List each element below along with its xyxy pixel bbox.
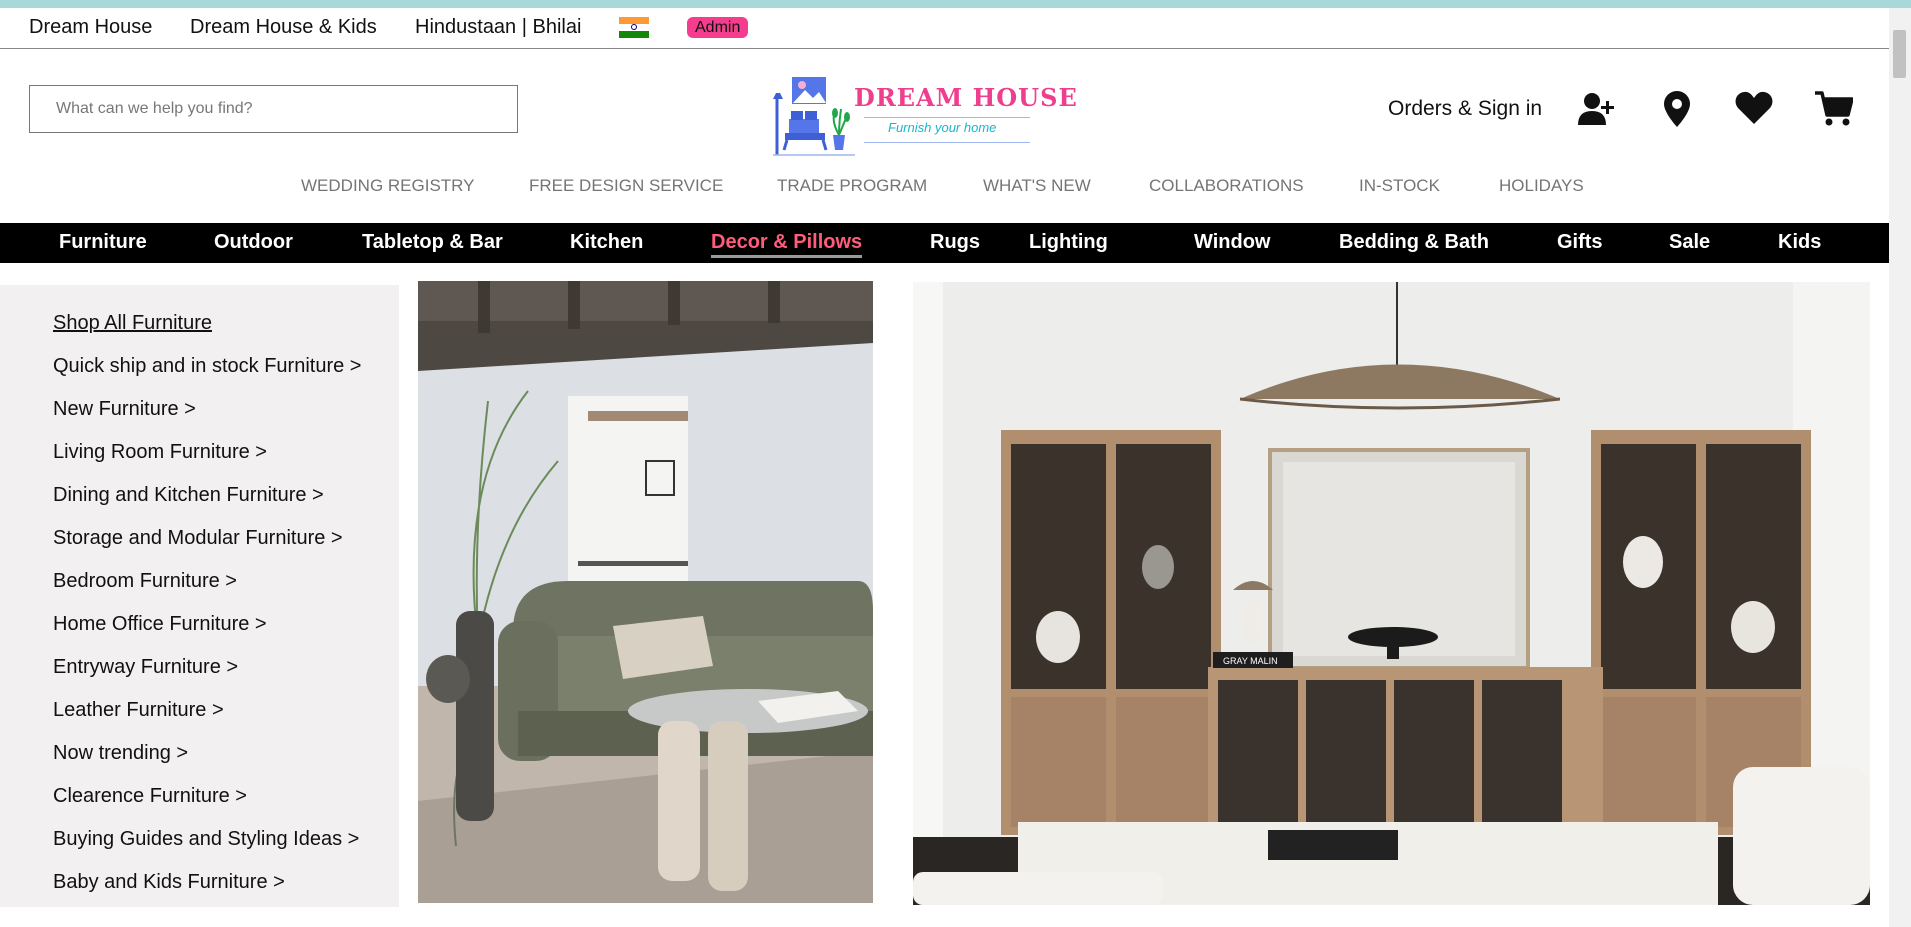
living-room-sofa-photo[interactable]: [418, 281, 873, 903]
menu-baby-kids[interactable]: Baby and Kids Furniture >: [53, 871, 285, 894]
storage-cabinets-photo[interactable]: GRAY MALIN: [913, 282, 1870, 905]
nav-gifts[interactable]: Gifts: [1557, 231, 1603, 254]
menu-leather[interactable]: Leather Furniture >: [53, 699, 224, 722]
menu-home-office[interactable]: Home Office Furniture >: [53, 613, 267, 636]
nav-tabletop-bar[interactable]: Tabletop & Bar: [362, 231, 503, 254]
menu-storage-modular[interactable]: Storage and Modular Furniture >: [53, 527, 343, 550]
menu-now-trending[interactable]: Now trending >: [53, 742, 188, 765]
furniture-dropdown-menu: Shop All Furniture Quick ship and in sto…: [0, 285, 399, 907]
page-scrollbar[interactable]: [1888, 8, 1911, 927]
location-pin-icon[interactable]: [1664, 91, 1690, 127]
nav-lighting[interactable]: Lighting: [1029, 231, 1108, 254]
nav-kids[interactable]: Kids: [1778, 231, 1821, 254]
subnav-free-design-service[interactable]: FREE DESIGN SERVICE: [529, 176, 723, 196]
menu-quick-ship[interactable]: Quick ship and in stock Furniture >: [53, 355, 361, 378]
menu-dining-kitchen[interactable]: Dining and Kitchen Furniture >: [53, 484, 324, 507]
logo-tagline: Furnish your home: [888, 120, 997, 135]
nav-decor-pillows[interactable]: Decor & Pillows: [711, 231, 863, 258]
nav-kitchen[interactable]: Kitchen: [570, 231, 643, 254]
logo-rule-top: [864, 117, 1030, 118]
top-utility-bar: Dream House Dream House & Kids Hindustaa…: [0, 8, 1889, 49]
logo-illustration-icon: [773, 77, 855, 156]
menu-buying-guides[interactable]: Buying Guides and Styling Ideas >: [53, 828, 359, 851]
logo-rule-bottom: [864, 142, 1030, 143]
search-input[interactable]: [30, 86, 496, 132]
subnav-collaborations[interactable]: COLLABORATIONS: [1149, 176, 1304, 196]
topbar-link-dream-house-kids[interactable]: Dream House & Kids: [190, 16, 377, 39]
nav-rugs[interactable]: Rugs: [930, 231, 980, 254]
page: Dream House Dream House & Kids Hindustaa…: [0, 8, 1889, 927]
nav-outdoor[interactable]: Outdoor: [214, 231, 293, 254]
orders-sign-in-link[interactable]: Orders & Sign in: [1388, 97, 1542, 121]
subnav-holidays[interactable]: HOLIDAYS: [1499, 176, 1584, 196]
topbar-link-dream-house[interactable]: Dream House: [29, 16, 152, 39]
menu-entryway[interactable]: Entryway Furniture >: [53, 656, 238, 679]
topbar-link-location[interactable]: Hindustaan | Bhilai: [415, 16, 581, 39]
india-flag-icon[interactable]: [619, 17, 649, 38]
menu-clearence[interactable]: Clearence Furniture >: [53, 785, 247, 808]
nav-sale[interactable]: Sale: [1669, 231, 1710, 254]
left-cabinet: [1001, 430, 1221, 835]
heart-icon[interactable]: [1735, 91, 1773, 125]
search-box: [29, 85, 518, 133]
subnav-wedding-registry[interactable]: WEDDING REGISTRY: [301, 176, 474, 196]
site-logo[interactable]: DREAM HOUSE Furnish your home: [773, 77, 1077, 157]
nav-window[interactable]: Window: [1194, 231, 1270, 254]
nav-furniture[interactable]: Furniture: [59, 231, 147, 254]
cart-icon[interactable]: [1815, 91, 1853, 127]
subnav-whats-new[interactable]: WHAT'S NEW: [983, 176, 1091, 196]
add-user-icon[interactable]: [1578, 91, 1614, 127]
menu-bedroom[interactable]: Bedroom Furniture >: [53, 570, 237, 593]
menu-shop-all-furniture[interactable]: Shop All Furniture: [53, 312, 212, 335]
admin-badge[interactable]: Admin: [687, 17, 749, 38]
main-category-nav: Furniture Outdoor Tabletop & Bar Kitchen…: [0, 223, 1889, 263]
photo-book-text: GRAY MALIN: [1223, 656, 1278, 666]
menu-new-furniture[interactable]: New Furniture >: [53, 398, 196, 421]
menu-living-room[interactable]: Living Room Furniture >: [53, 441, 267, 464]
nav-bedding-bath[interactable]: Bedding & Bath: [1339, 231, 1489, 254]
logo-title: DREAM HOUSE: [854, 83, 1078, 112]
subnav-trade-program[interactable]: TRADE PROGRAM: [777, 176, 927, 196]
scrollbar-thumb[interactable]: [1893, 30, 1906, 78]
browser-top-strip: [0, 0, 1911, 8]
subnav-in-stock[interactable]: IN-STOCK: [1359, 176, 1440, 196]
